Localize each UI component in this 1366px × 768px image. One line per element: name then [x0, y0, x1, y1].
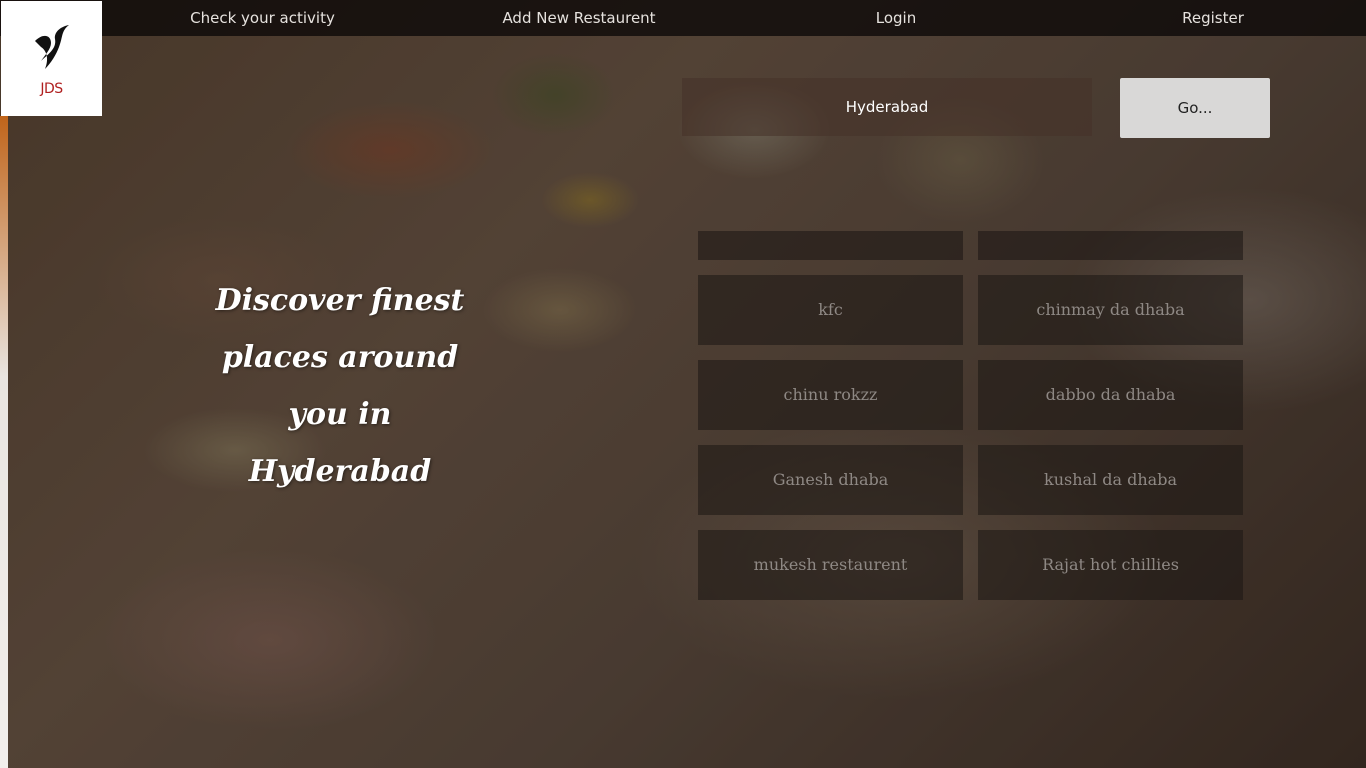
left-edge-strip [0, 116, 8, 768]
nav-check-activity[interactable]: Check your activity [175, 0, 350, 36]
grid-header-right [978, 231, 1243, 260]
restaurant-tile[interactable]: chinu rokzz [698, 360, 963, 430]
restaurant-tile[interactable]: Rajat hot chillies [978, 530, 1243, 600]
restaurant-tile[interactable]: Ganesh dhaba [698, 445, 963, 515]
nav-add-restaurant[interactable]: Add New Restaurent [490, 0, 668, 36]
restaurant-tile[interactable]: kfc [698, 275, 963, 345]
top-navigation: Check your activity Add New Restaurent L… [0, 0, 1366, 36]
nav-register[interactable]: Register [1165, 0, 1261, 36]
restaurant-tile[interactable]: dabbo da dhaba [978, 360, 1243, 430]
bird-logo-icon [35, 25, 69, 69]
grid-header-left [698, 231, 963, 260]
go-button[interactable]: Go... [1120, 78, 1270, 138]
site-logo[interactable]: JDS [1, 1, 102, 116]
nav-login[interactable]: Login [855, 0, 937, 36]
restaurant-tile[interactable]: mukesh restaurent [698, 530, 963, 600]
logo-text: JDS [40, 81, 63, 97]
city-search-input[interactable]: Hyderabad [682, 78, 1092, 136]
tagline: Discover finest places around you in Hyd… [190, 272, 490, 500]
restaurant-tile[interactable]: kushal da dhaba [978, 445, 1243, 515]
tagline-line-2: places around you in [221, 340, 459, 432]
tagline-line-1: Discover finest [215, 283, 465, 318]
restaurant-tile[interactable]: chinmay da dhaba [978, 275, 1243, 345]
tagline-city: Hyderabad [248, 454, 432, 489]
